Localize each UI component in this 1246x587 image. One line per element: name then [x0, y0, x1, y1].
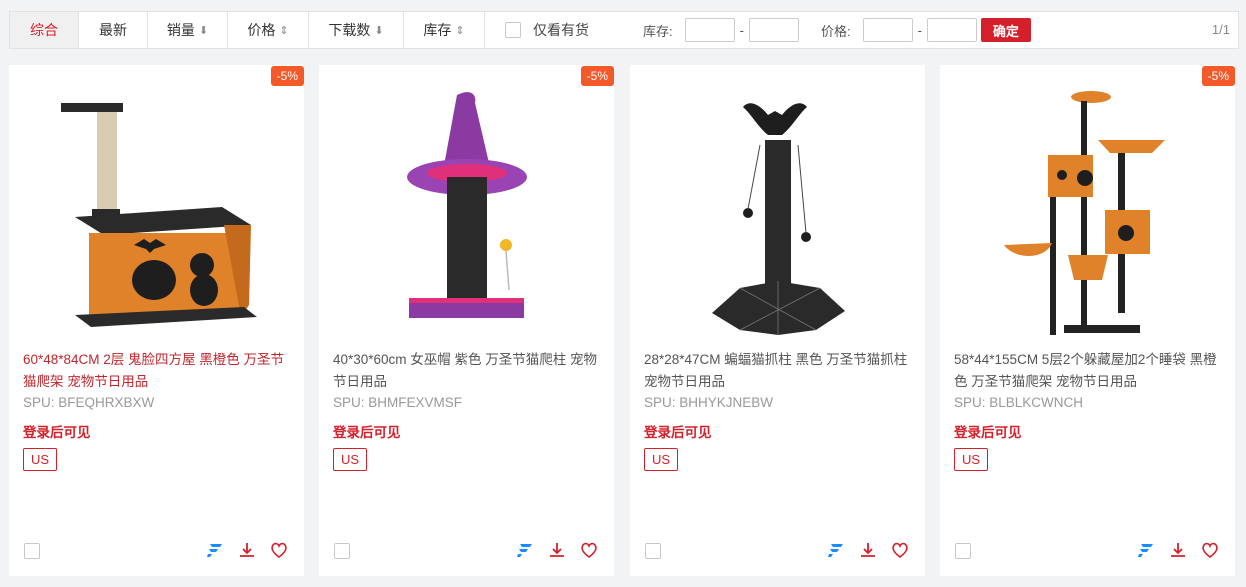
in-stock-label: 仅看有货 — [533, 22, 589, 38]
sort-tab-sales[interactable]: 销量 ⬇ — [148, 12, 228, 48]
heart-icon[interactable] — [270, 541, 288, 559]
card-actions — [516, 541, 598, 559]
download-icon[interactable] — [1169, 541, 1187, 559]
select-product-checkbox[interactable] — [955, 543, 971, 559]
product-card[interactable]: 28*28*47CM 蝙蝠猫抓柱 黑色 万圣节猫抓柱 宠物节日用品 SPU: B… — [630, 65, 925, 576]
stock-min-input[interactable] — [684, 18, 735, 42]
stock-range-filter: 库存: - — [643, 18, 799, 42]
sort-down-icon: ⬇ — [198, 24, 209, 37]
download-icon[interactable] — [548, 541, 566, 559]
region-badge: US — [644, 448, 679, 471]
witch-hat-scratcher-image[interactable] — [319, 85, 614, 355]
discount-badge: -5% — [580, 66, 614, 86]
discount-badge: -5% — [270, 66, 304, 86]
heart-icon[interactable] — [891, 541, 909, 559]
select-product-checkbox[interactable] — [24, 543, 40, 559]
brand-f-icon[interactable] — [516, 541, 534, 559]
product-spu: SPU: BHHYKJNEBW — [644, 395, 774, 410]
card-actions — [827, 541, 909, 559]
price-range-label: 价格: — [820, 23, 851, 39]
select-product-checkbox[interactable] — [645, 543, 661, 559]
product-spu: SPU: BLBLKCWNCH — [954, 395, 1084, 410]
product-title[interactable]: 28*28*47CM 蝙蝠猫抓柱 黑色 万圣节猫抓柱 宠物节日用品 — [644, 349, 914, 393]
region-badge: US — [954, 448, 989, 471]
brand-f-icon[interactable] — [1137, 541, 1155, 559]
card-actions — [206, 541, 288, 559]
select-product-checkbox[interactable] — [334, 543, 350, 559]
login-to-view-price[interactable]: 登录后可见 — [23, 421, 91, 441]
download-icon[interactable] — [859, 541, 877, 559]
confirm-filter-button[interactable]: 确定 — [980, 18, 1031, 42]
product-title[interactable]: 60*48*84CM 2层 鬼脸四方屋 黑橙色 万圣节猫爬架 宠物节日用品 — [23, 349, 293, 393]
sort-tab-downloads[interactable]: 下载数 ⬇ — [309, 12, 404, 48]
price-range-filter: 价格: - 确定 — [821, 18, 1031, 42]
sort-tab-stock[interactable]: 库存 ⇕ — [404, 12, 485, 48]
brand-f-icon[interactable] — [206, 541, 224, 559]
stock-max-input[interactable] — [748, 18, 799, 42]
in-stock-only-filter[interactable]: 仅看有货 — [505, 20, 589, 40]
login-to-view-price[interactable]: 登录后可见 — [954, 421, 1022, 441]
cat-tree-image[interactable] — [940, 85, 1235, 355]
region-badge: US — [333, 448, 368, 471]
product-title[interactable]: 40*30*60cm 女巫帽 紫色 万圣节猫爬柱 宠物节日用品 — [333, 349, 603, 393]
sort-tab-price[interactable]: 价格 ⇕ — [228, 12, 309, 48]
heart-icon[interactable] — [580, 541, 598, 559]
sort-updown-icon: ⇕ — [279, 24, 289, 37]
discount-badge: -5% — [1201, 66, 1235, 86]
price-min-input[interactable] — [862, 18, 913, 42]
login-to-view-price[interactable]: 登录后可见 — [644, 421, 712, 441]
card-actions — [1137, 541, 1219, 559]
stock-range-label: 库存: — [643, 23, 673, 39]
sort-updown-icon: ⇕ — [455, 24, 465, 37]
product-spu: SPU: BHMFEXVMSF — [333, 395, 463, 410]
product-title[interactable]: 58*44*155CM 5层2个躲藏屋加2个睡袋 黑橙色 万圣节猫爬架 宠物节日… — [954, 349, 1224, 393]
sort-filter-toolbar: 综合 最新 销量 ⬇ 价格 ⇕ 下载数 ⬇ 库存 ⇕ 仅看有货 库存: - 价格: - … — [9, 11, 1239, 49]
sort-tab-comprehensive[interactable]: 综合 — [10, 12, 79, 48]
product-card[interactable]: -5% 58*44*155CM 5层2个躲藏屋加2个睡袋 黑橙色 万圣节猫爬架 … — [940, 65, 1235, 576]
product-card[interactable]: -5% 60*48*84CM 2层 鬼脸四方屋 黑橙色 万圣节猫爬架 宠物节日用… — [9, 65, 304, 576]
bat-scratcher-image[interactable] — [630, 85, 925, 355]
sort-tab-newest[interactable]: 最新 — [79, 12, 148, 48]
cat-house-image[interactable] — [9, 85, 304, 355]
heart-icon[interactable] — [1201, 541, 1219, 559]
in-stock-checkbox[interactable] — [505, 22, 521, 38]
product-card[interactable]: -5% 40*30*60cm 女巫帽 紫色 万圣节猫爬柱 宠物节日用品 SPU:… — [319, 65, 614, 576]
login-to-view-price[interactable]: 登录后可见 — [333, 421, 401, 441]
sort-down-icon: ⬇ — [374, 24, 384, 37]
region-badge: US — [23, 448, 58, 471]
page-indicator: 1/1 — [1211, 22, 1230, 37]
product-spu: SPU: BFEQHRXBXW — [23, 395, 155, 410]
download-icon[interactable] — [238, 541, 256, 559]
price-max-input[interactable] — [926, 18, 977, 42]
brand-f-icon[interactable] — [827, 541, 845, 559]
